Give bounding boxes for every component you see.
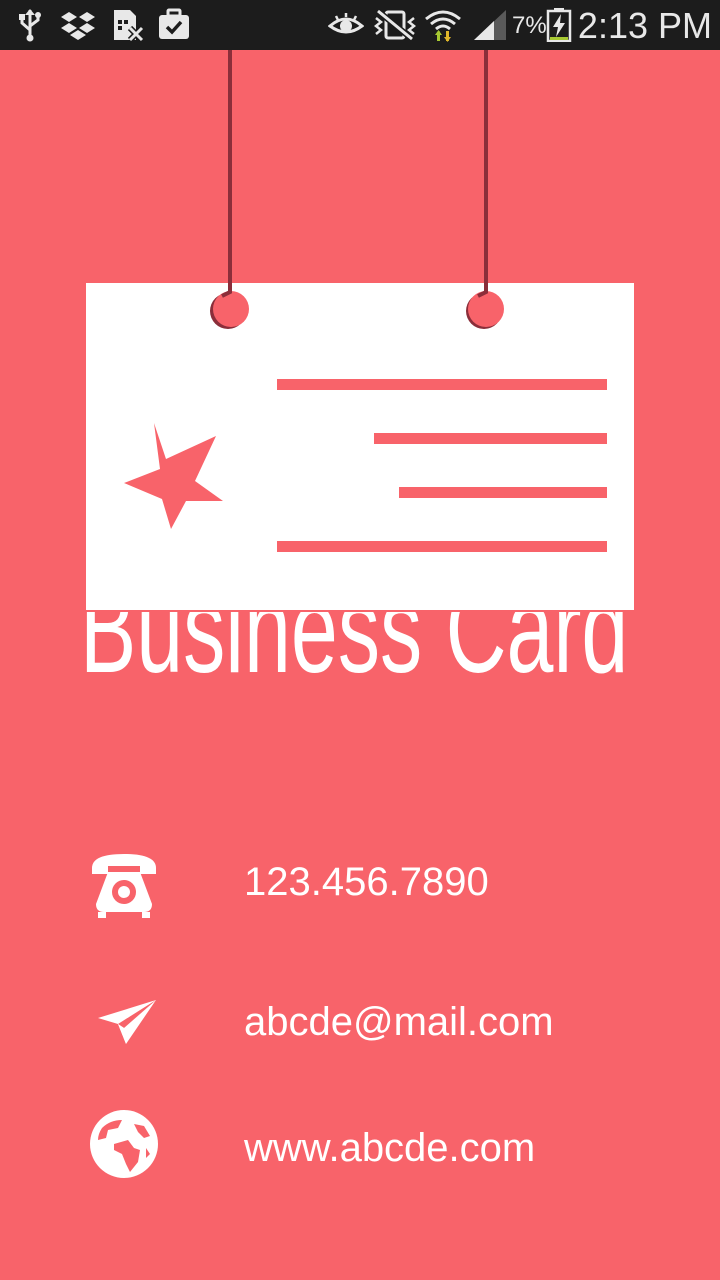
briefcase-check-icon [159, 8, 189, 39]
paper-plane-icon [98, 1000, 156, 1044]
battery-charging-icon [546, 8, 572, 42]
vibrate-silent-icon [373, 8, 417, 42]
card-line-4 [277, 541, 607, 552]
contact-row-phone[interactable]: 123.456.7890 [0, 838, 720, 928]
wifi-icon [425, 10, 461, 42]
usb-icon [19, 9, 41, 42]
signal-icon [474, 10, 506, 40]
card-line-3 [399, 487, 607, 498]
status-bar: 7% 2:13 PM [0, 0, 720, 50]
page-title: Business Card [80, 612, 640, 702]
dropbox-icon [61, 12, 95, 40]
sim-missing-icon [114, 10, 144, 42]
contact-row-website[interactable]: www.abcde.com [0, 1106, 720, 1196]
page-title-text: Business Card [80, 612, 629, 699]
card-shape [86, 283, 634, 610]
eye-icon [328, 13, 364, 34]
card-hole-right [468, 291, 504, 327]
phone-icon [92, 854, 156, 918]
clock: 2:13 PM [577, 5, 712, 46]
website-url[interactable]: www.abcde.com [244, 1126, 535, 1171]
globe-icon [90, 1110, 158, 1178]
card-hole-left [213, 291, 249, 327]
app-screen: 7% 2:13 PM Business Card 123.456.7890 ab… [0, 0, 720, 1280]
battery-percent: 7% [512, 12, 547, 39]
card-line-2 [374, 433, 607, 444]
contact-row-email[interactable]: abcde@mail.com [0, 978, 720, 1068]
business-card-illustration [86, 50, 634, 610]
email-address[interactable]: abcde@mail.com [244, 1000, 554, 1045]
card-line-1 [277, 379, 607, 390]
phone-number[interactable]: 123.456.7890 [244, 860, 489, 905]
